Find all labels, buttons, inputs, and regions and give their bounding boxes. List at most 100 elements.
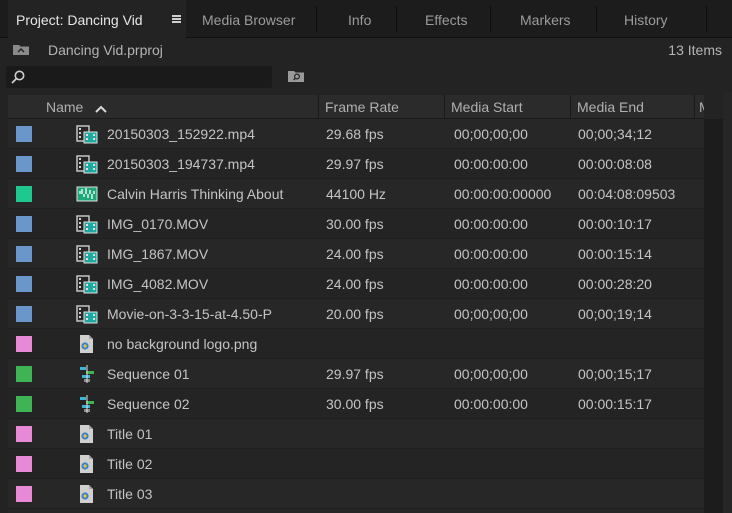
video-clip-icon (76, 275, 98, 294)
tab-effects[interactable]: Effects (425, 0, 468, 38)
video-clip-icon (76, 305, 98, 324)
item-media-start: 00;00;00;00 (454, 366, 528, 382)
folder-up-icon[interactable] (12, 43, 30, 56)
item-frame-rate (326, 449, 446, 479)
item-media-end: 00:00:15:14 (578, 246, 652, 262)
table-row[interactable]: Sequence 01 29.97 fps 00;00;00;00 00;00;… (8, 359, 704, 389)
item-media-end: 00:00:08:08 (578, 156, 652, 172)
search-bar (0, 64, 732, 92)
item-media-start: 00:00:00:00 (454, 216, 528, 232)
column-header-media-start[interactable]: Media Start (445, 95, 569, 119)
tab-divider (316, 6, 317, 32)
table-row[interactable]: Title 03 (8, 479, 704, 509)
column-header-media-end[interactable]: Media End (571, 95, 693, 119)
tab-divider (596, 6, 597, 32)
tab-effects-label: Effects (425, 12, 468, 28)
tab-info[interactable]: Info (348, 0, 371, 38)
item-media-end: 00;00;19;14 (578, 306, 652, 322)
video-clip-icon (76, 155, 98, 174)
item-media-end (578, 329, 704, 359)
tab-media-browser[interactable]: Media Browser (202, 0, 295, 38)
item-name: Sequence 01 (107, 366, 190, 382)
item-frame-rate: 30.00 fps (326, 396, 384, 412)
table-row[interactable]: Title 01 (8, 419, 704, 449)
item-frame-rate: 44100 Hz (326, 186, 386, 202)
sort-ascending-icon (95, 105, 107, 113)
tab-history[interactable]: History (624, 0, 668, 38)
column-header-frame-rate-label: Frame Rate (325, 99, 399, 115)
table-row[interactable]: IMG_0170.MOV 30.00 fps 00:00:00:00 00:00… (8, 209, 704, 239)
item-name: 20150303_194737.mp4 (107, 156, 255, 172)
table-row[interactable]: Sequence 02 30.00 fps 00:00:00:00 00:00:… (8, 389, 704, 419)
sequence-icon (80, 395, 94, 413)
table-row[interactable]: Movie-on-3-3-15-at-4.50-P 20.00 fps 00;0… (8, 299, 704, 329)
label-color-swatch[interactable] (16, 156, 32, 172)
tab-info-label: Info (348, 12, 372, 28)
tab-markers[interactable]: Markers (520, 0, 571, 38)
title-icon (80, 455, 93, 473)
table-row[interactable]: 20150303_152922.mp4 29.68 fps 00;00;00;0… (8, 119, 704, 149)
tab-media-browser-label: Media Browser (202, 12, 296, 28)
label-color-swatch[interactable] (16, 216, 32, 232)
panel-tab-bar: Project: Dancing Vid Media Browser Info … (0, 0, 732, 39)
item-frame-rate: 24.00 fps (326, 276, 384, 292)
table-row[interactable]: 20150303_194737.mp4 29.97 fps 00:00:00:0… (8, 149, 704, 179)
label-color-swatch[interactable] (16, 246, 32, 262)
item-name: Title 01 (107, 426, 153, 442)
new-search-bin-icon[interactable] (287, 69, 305, 83)
label-color-swatch[interactable] (16, 426, 32, 442)
project-path-bar: Dancing Vid.prproj 13 Items (0, 38, 732, 64)
item-media-start: 00:00:00:00 (454, 396, 528, 412)
label-color-swatch[interactable] (16, 366, 32, 382)
column-header-name[interactable]: Name (40, 95, 316, 119)
label-color-swatch[interactable] (16, 456, 32, 472)
item-frame-rate (326, 479, 446, 509)
table-row[interactable]: IMG_4082.MOV 24.00 fps 00:00:00:00 00:00… (8, 269, 704, 299)
column-header-media-duration[interactable]: Me (695, 95, 704, 119)
label-color-swatch[interactable] (16, 336, 32, 352)
tab-divider (490, 6, 491, 32)
label-color-swatch[interactable] (16, 306, 32, 322)
label-color-swatch[interactable] (16, 486, 32, 502)
item-frame-rate: 29.68 fps (326, 126, 384, 142)
label-color-swatch[interactable] (16, 396, 32, 412)
tab-history-label: History (624, 12, 668, 28)
audio-clip-icon (76, 186, 98, 202)
label-color-swatch[interactable] (16, 186, 32, 202)
item-media-start (454, 479, 576, 509)
table-row[interactable]: no background logo.png (8, 329, 704, 359)
item-frame-rate: 24.00 fps (326, 246, 384, 262)
label-color-swatch[interactable] (16, 126, 32, 142)
panel-menu-icon[interactable] (172, 15, 181, 23)
item-frame-rate: 30.00 fps (326, 216, 384, 232)
sequence-icon (80, 365, 94, 383)
video-clip-icon (76, 125, 98, 144)
tab-divider (706, 6, 707, 32)
column-header-frame-rate[interactable]: Frame Rate (319, 95, 443, 119)
column-header-media-duration-label: Me (699, 99, 704, 115)
table-row[interactable]: IMG_1867.MOV 24.00 fps 00:00:00:00 00:00… (8, 239, 704, 269)
still-image-icon (80, 335, 93, 353)
item-name: IMG_4082.MOV (107, 276, 209, 292)
search-input[interactable] (6, 66, 272, 88)
tab-project[interactable]: Project: Dancing Vid (8, 0, 186, 39)
item-media-start (454, 329, 576, 359)
item-media-start (454, 449, 576, 479)
label-color-swatch[interactable] (16, 276, 32, 292)
item-media-start: 00:00:00:00000 (454, 186, 552, 202)
tab-project-label: Project: Dancing Vid (16, 12, 143, 28)
tab-divider (396, 6, 397, 32)
item-frame-rate: 29.97 fps (326, 156, 384, 172)
table-row[interactable]: Title 02 (8, 449, 704, 479)
item-media-start: 00;00;00;00 (454, 306, 528, 322)
tab-markers-label: Markers (520, 12, 571, 28)
video-clip-icon (76, 215, 98, 234)
search-icon (11, 70, 25, 84)
item-media-end: 00:04:08:09503 (578, 186, 676, 202)
item-name: 20150303_152922.mp4 (107, 126, 255, 142)
vertical-scrollbar[interactable] (704, 119, 723, 513)
item-media-end: 00;00;34;12 (578, 126, 652, 142)
item-media-end: 00:00:28:20 (578, 276, 652, 292)
table-row[interactable]: Calvin Harris Thinking About 44100 Hz 00… (8, 179, 704, 209)
title-icon (80, 485, 93, 503)
